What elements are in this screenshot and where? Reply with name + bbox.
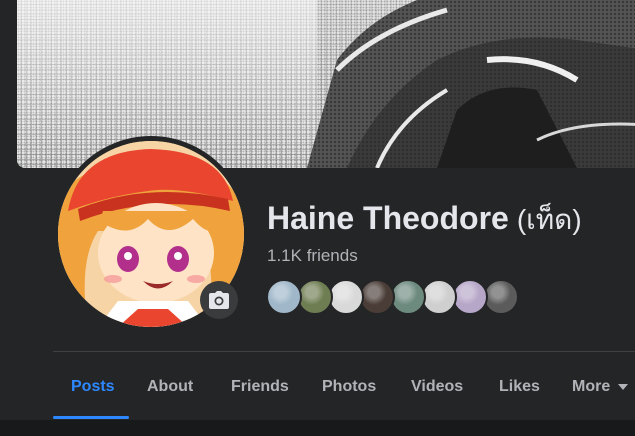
tab-about[interactable]: About [147,360,193,414]
friend-avatar[interactable] [266,279,302,315]
camera-icon [209,291,229,309]
active-tab-indicator [53,416,129,419]
friend-avatar[interactable] [328,279,364,315]
update-photo-button[interactable] [200,281,238,319]
friends-count-link[interactable]: 1.1K friends [267,246,358,266]
tab-more-label: More [572,378,611,395]
tab-posts[interactable]: Posts [71,360,115,414]
profile-name-text: Haine Theodore [267,200,509,236]
friend-avatar[interactable] [390,279,426,315]
tab-more[interactable]: More [572,360,629,414]
tab-photos[interactable]: Photos [322,360,376,414]
friend-avatar[interactable] [421,279,457,315]
tab-friends[interactable]: Friends [231,360,289,414]
friend-avatar[interactable] [297,279,333,315]
friend-avatar[interactable] [483,279,519,315]
chevron-down-icon [618,384,629,390]
cover-photo[interactable] [17,0,635,168]
cover-art [17,0,635,168]
profile-page: Haine Theodore (เท็ด) 1.1K friends Posts … [0,0,635,436]
friend-avatar[interactable] [359,279,395,315]
tab-likes[interactable]: Likes [499,360,540,414]
divider [53,351,635,352]
tab-videos[interactable]: Videos [411,360,463,414]
page-background [0,420,635,436]
profile-alternate-name: (เท็ด) [516,204,582,235]
profile-name: Haine Theodore (เท็ด) [267,198,582,242]
friend-avatar[interactable] [452,279,488,315]
